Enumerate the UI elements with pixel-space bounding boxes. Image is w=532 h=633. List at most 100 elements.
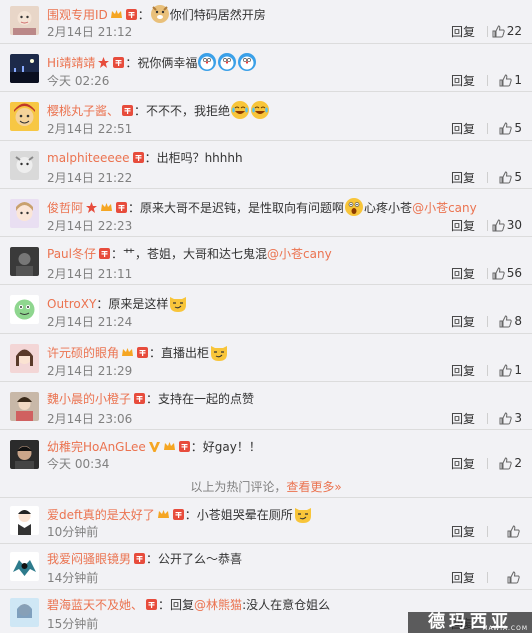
comment-item: 许元硕的眼角 ：直播出柜 2月14日 21:29 回复 1 <box>0 334 532 382</box>
thumb-up-icon <box>507 525 520 538</box>
crown-badge-icon <box>163 440 176 453</box>
username-link[interactable]: 魏小晨的小橙子 <box>47 392 131 406</box>
avatar[interactable] <box>10 247 39 276</box>
divider <box>487 316 488 327</box>
reply-button[interactable]: 回复 <box>451 73 475 89</box>
avatar[interactable] <box>10 392 39 421</box>
like-count: 30 <box>506 218 522 232</box>
username-link[interactable]: Paul冬仔 <box>47 247 96 261</box>
comment-date: 15分钟前 <box>47 617 99 631</box>
comment-text: 祝你俩幸福 <box>137 56 198 70</box>
divider <box>487 123 488 134</box>
username-link[interactable]: 我爱闷骚眼镜男 <box>47 552 131 566</box>
username-link[interactable]: 樱桃丸子酱、 <box>47 104 119 118</box>
comment-separator: ： <box>184 508 197 522</box>
divider <box>487 220 488 231</box>
vip-badge-icon <box>136 346 149 359</box>
like-button[interactable]: 3 <box>499 409 522 427</box>
comment-item: 幼稚完HoAnGLee ：好gay！！ 今天 00:34 回复 2 <box>0 430 532 476</box>
divider <box>487 365 488 376</box>
comment-separator: ： <box>111 247 124 261</box>
comment-text: 好gay！！ <box>202 440 261 454</box>
mention-link[interactable]: @小苍cany <box>412 201 477 215</box>
like-count: 1 <box>514 73 522 87</box>
avatar[interactable] <box>10 440 39 469</box>
username-link[interactable]: 围观专用ID <box>47 8 108 22</box>
reply-button[interactable]: 回复 <box>451 363 475 379</box>
vip-badge-icon <box>145 598 158 611</box>
doraemon-emoji-icon <box>217 52 237 72</box>
comment-separator: ： <box>134 104 147 118</box>
thumb-up-icon <box>492 267 505 280</box>
username-link[interactable]: 俊哲阿 <box>47 201 83 215</box>
comment-item: 樱桃丸子酱、 ：不不不，我拒绝 2月14日 22:51 回复 5 <box>0 92 532 141</box>
avatar[interactable] <box>10 6 39 35</box>
reply-button[interactable]: 回复 <box>451 314 475 330</box>
comment-text: 不不不，我拒绝 <box>146 104 231 118</box>
vip-badge-icon <box>112 56 125 69</box>
username-link[interactable]: 许元硕的眼角 <box>47 346 119 360</box>
like-button[interactable]: 5 <box>499 168 522 186</box>
username-link[interactable]: malphiteeeee <box>47 151 130 165</box>
divider <box>487 268 488 279</box>
like-button[interactable]: 2 <box>499 454 522 472</box>
comment-separator: ： <box>96 297 109 311</box>
avatar[interactable] <box>10 506 39 535</box>
comment-text: 艹，苍姐，大哥和达七鬼混 <box>123 247 268 261</box>
like-button[interactable]: 30 <box>492 216 522 234</box>
comment-text-2: 心疼小苍 <box>364 201 413 215</box>
username-link[interactable]: 爱deft真的是太好了 <box>47 508 155 522</box>
reply-button[interactable]: 回复 <box>451 411 475 427</box>
reply-button[interactable]: 回复 <box>451 170 475 186</box>
reply-button[interactable]: 回复 <box>451 524 475 540</box>
reply-button[interactable]: 回复 <box>451 121 475 137</box>
comment-separator: ： <box>149 346 162 360</box>
avatar[interactable] <box>10 199 39 228</box>
reply-button[interactable]: 回复 <box>451 266 475 282</box>
like-button[interactable]: 22 <box>492 22 522 40</box>
username-link[interactable]: 幼稚完HoAnGLee <box>47 440 146 454</box>
crown-badge-icon <box>121 346 134 359</box>
divider <box>487 75 488 86</box>
like-button[interactable]: 1 <box>499 71 522 89</box>
like-button[interactable]: 56 <box>492 264 522 282</box>
star-badge-icon <box>85 201 98 214</box>
reply-button[interactable]: 回复 <box>451 570 475 586</box>
like-button[interactable] <box>507 568 522 586</box>
thumb-up-icon <box>499 457 513 470</box>
username-link[interactable]: 碧海蓝天不及她、 <box>47 598 143 612</box>
comment-item: Hi靖靖靖 ：祝你俩幸福 今天 02:26 回复 1 <box>0 44 532 92</box>
comment-separator: ： <box>190 440 203 454</box>
reply-button[interactable]: 回复 <box>451 456 475 472</box>
hot-comments-label: 以上为热门评论， <box>190 480 287 494</box>
reply-button[interactable]: 回复 <box>451 24 475 40</box>
shocked-emoji-icon <box>344 197 364 217</box>
like-button[interactable]: 1 <box>499 361 522 379</box>
comment-text: 公开了么～恭喜 <box>158 552 243 566</box>
like-button[interactable]: 5 <box>499 119 522 137</box>
comment-text: 回复 <box>170 598 195 612</box>
mention-link[interactable]: @林熊猫 <box>194 598 242 612</box>
like-button[interactable]: 8 <box>499 312 522 330</box>
avatar[interactable] <box>10 54 39 83</box>
avatar[interactable] <box>10 344 39 373</box>
divider <box>487 572 488 583</box>
view-more-link[interactable]: 查看更多» <box>286 480 341 494</box>
avatar[interactable] <box>10 151 39 180</box>
doge-emoji-icon <box>150 4 170 24</box>
username-link[interactable]: Hi靖靖靖 <box>47 56 95 70</box>
comment-item: 围观专用ID ： 你们特码居然开房 2月14日 21:12 回复 22 <box>0 0 532 44</box>
avatar[interactable] <box>10 295 39 324</box>
reply-button[interactable]: 回复 <box>451 218 475 234</box>
like-button[interactable] <box>507 522 522 540</box>
comment-date: 2月14日 21:24 <box>47 315 133 329</box>
avatar[interactable] <box>10 102 39 131</box>
mention-link[interactable]: @小苍cany <box>267 247 332 261</box>
username-link[interactable]: OutroXY <box>47 297 96 311</box>
thumb-up-icon <box>499 122 513 135</box>
avatar[interactable] <box>10 598 39 627</box>
avatar[interactable] <box>10 552 39 581</box>
comment-text: 你们特码居然开房 <box>169 8 266 22</box>
hot-comments-divider: 以上为热门评论，查看更多» <box>0 476 532 498</box>
vip-badge-icon <box>125 8 138 21</box>
